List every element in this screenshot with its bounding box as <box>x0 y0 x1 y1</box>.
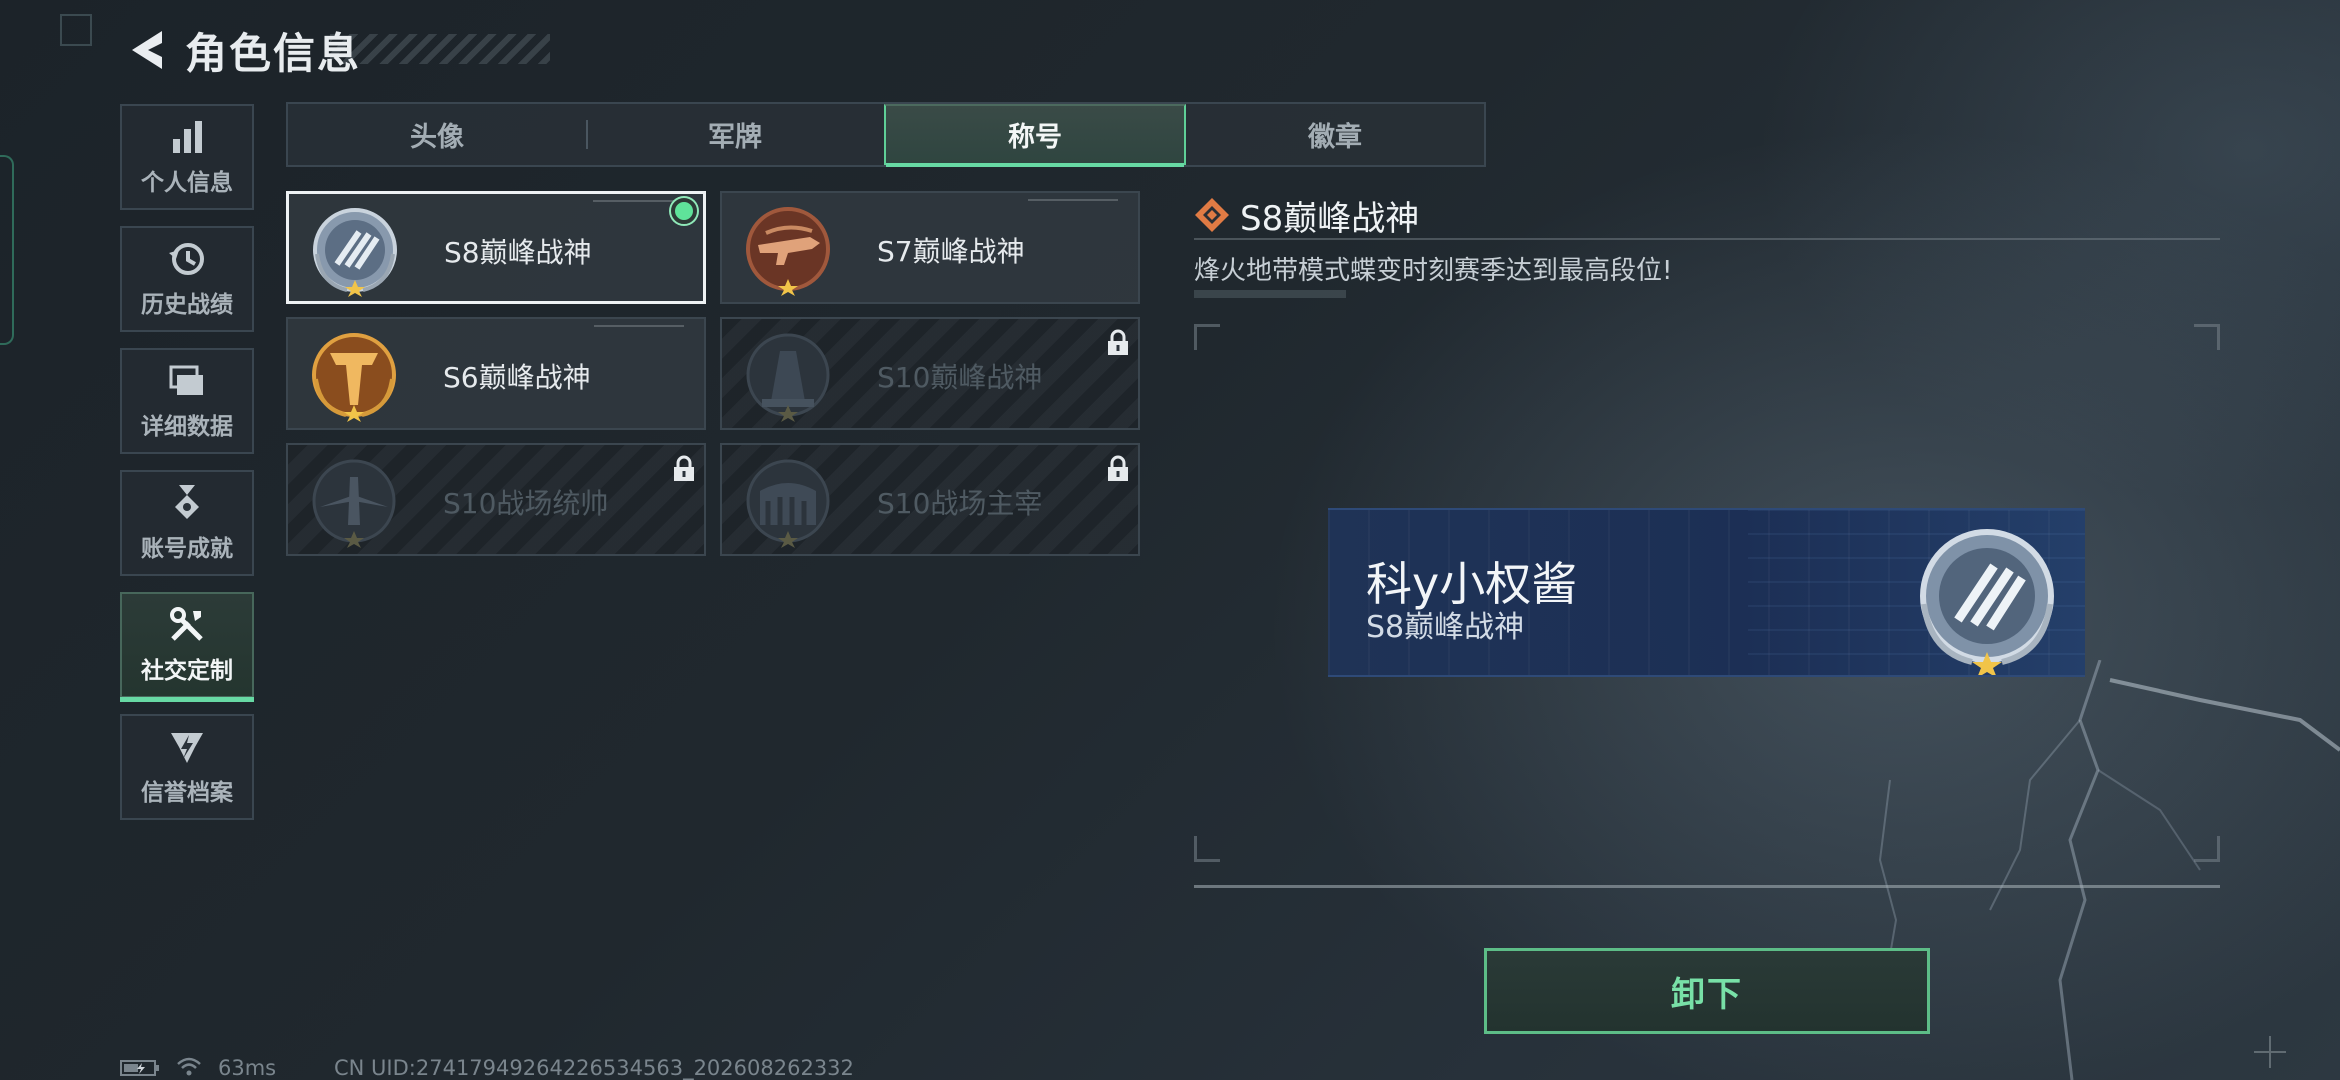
medal-icon <box>175 485 199 519</box>
sidebar-item-label: 信誉档案 <box>141 780 233 806</box>
bar-chart-icon <box>173 121 202 153</box>
preview-title: S8巅峰战神 <box>1366 610 1525 645</box>
corner-plus-mark <box>2254 1036 2286 1068</box>
preview-divider <box>1194 885 2220 888</box>
uid-text: CN UID:274179492642265345​63_20260826233… <box>334 1056 854 1080</box>
wifi-icon <box>177 1057 201 1076</box>
preview-frame-corner <box>1194 836 1220 862</box>
bronze-gun-emblem-icon <box>746 207 830 296</box>
dark-aircraft-emblem-icon <box>312 459 396 548</box>
preview-frame-corner <box>1194 324 1220 350</box>
title-card-name: S10巅峰战神 <box>877 361 1043 394</box>
tab-dog-tag[interactable]: 军牌 <box>586 104 884 165</box>
history-clock-icon <box>169 243 204 275</box>
title-card-name: S10战场主宰 <box>877 487 1043 520</box>
title-card-s10-peak[interactable]: S10巅峰战神 <box>720 317 1140 430</box>
preview-frame-corner <box>2194 836 2220 862</box>
back-arrow-icon <box>132 31 162 69</box>
unequip-label: 卸下 <box>1671 974 1743 1015</box>
title-card-s8[interactable]: S8巅峰战神 <box>286 191 706 304</box>
sidebar-item-detail-data[interactable]: 详细数据 <box>120 348 254 454</box>
shield-lightning-icon <box>171 733 203 763</box>
dark-tower-emblem-icon <box>746 333 830 422</box>
sidebar-item-label: 详细数据 <box>141 414 233 440</box>
corner-frame-mark <box>60 14 92 46</box>
card-decoration-line <box>593 200 683 202</box>
sidebar-item-achievements[interactable]: 账号成就 <box>120 470 254 576</box>
title-card-s10-dominator[interactable]: S10战场主宰 <box>720 443 1140 556</box>
title-card-s6[interactable]: S6巅峰战神 <box>286 317 706 430</box>
title-card-s7[interactable]: S7巅峰战神 <box>720 191 1140 304</box>
silver-wings-emblem-icon <box>313 208 397 297</box>
tab-badge[interactable]: 徽章 <box>1186 104 1484 165</box>
diamond-title-icon <box>1195 198 1229 232</box>
title-card-name: S10战场统帅 <box>443 487 609 520</box>
detail-divider <box>1194 238 2220 240</box>
unequip-button[interactable]: 卸下 <box>1484 948 1930 1034</box>
tab-title[interactable]: 称号 <box>884 104 1186 167</box>
card-decoration-line <box>594 325 684 327</box>
title-preview-banner: 科y小权酱 S8巅峰战神 <box>1328 508 2085 677</box>
battery-charging-icon <box>120 1060 159 1076</box>
dark-colosseum-emblem-icon <box>746 459 830 548</box>
sidebar-item-label: 个人信息 <box>141 170 233 196</box>
tab-avatar[interactable]: 头像 <box>288 104 586 165</box>
card-decoration-line <box>1028 199 1118 201</box>
sidebar-item-credit[interactable]: 信誉档案 <box>120 714 254 820</box>
detail-title: S8巅峰战神 <box>1240 199 1420 239</box>
title-card-name: S7巅峰战神 <box>877 235 1025 268</box>
lock-icon <box>674 455 694 481</box>
back-button[interactable] <box>118 22 174 78</box>
sidebar-item-label: 社交定制 <box>141 658 233 684</box>
sidebar-item-social-custom[interactable]: 社交定制 <box>120 592 254 702</box>
side-drawer-handle[interactable] <box>0 155 14 345</box>
title-card-name: S6巅峰战神 <box>443 361 591 394</box>
ping-text: 63ms <box>218 1056 277 1080</box>
lock-icon <box>1108 329 1128 355</box>
title-card-name: S8巅峰战神 <box>444 236 592 269</box>
sidebar-item-history[interactable]: 历史战绩 <box>120 226 254 332</box>
folder-stack-icon <box>169 365 203 395</box>
sidebar-item-label: 账号成就 <box>141 536 233 562</box>
preview-frame-corner <box>2194 324 2220 350</box>
gold-t-emblem-icon <box>312 333 396 422</box>
detail-description: 烽火地带模式蝶变时刻赛季达到最高段位! <box>1194 256 1673 286</box>
title-card-s10-commander[interactable]: S10战场统帅 <box>286 443 706 556</box>
title-decoration <box>330 34 550 64</box>
silver-wings-emblem-icon <box>1920 529 2054 675</box>
equipped-indicator <box>671 198 697 224</box>
page-title: 角色信息 <box>185 29 362 78</box>
detail-faint-line <box>1194 290 1346 298</box>
tools-icon <box>170 607 203 641</box>
tab-bar: 头像 军牌 称号 徽章 <box>286 102 1486 167</box>
sidebar-item-label: 历史战绩 <box>141 292 233 318</box>
lock-icon <box>1108 455 1128 481</box>
sidebar-item-profile[interactable]: 个人信息 <box>120 104 254 210</box>
